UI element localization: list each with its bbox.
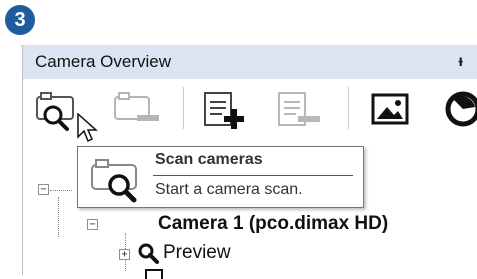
- preview-node-label[interactable]: Preview: [163, 242, 231, 264]
- preview-expander[interactable]: +: [119, 249, 130, 260]
- next-node-icon: [145, 269, 163, 279]
- root-expander[interactable]: −: [38, 184, 49, 195]
- image-button[interactable]: [365, 85, 419, 133]
- panel-header: Camera Overview ᵻ: [23, 45, 477, 79]
- document-plus-icon: [204, 92, 244, 129]
- camera-minus-icon: [114, 92, 159, 121]
- add-item-button[interactable]: [197, 85, 251, 133]
- document-minus-icon: [278, 92, 320, 126]
- pin-icon[interactable]: ᵻ: [459, 53, 463, 71]
- magnifier-icon: [137, 242, 161, 271]
- scan-cameras-tooltip: Scan cameras Start a camera scan.: [77, 146, 364, 208]
- camera-node-label[interactable]: Camera 1 (pco.dimax HD): [158, 213, 388, 235]
- lens-icon: [445, 91, 477, 127]
- camera-expander[interactable]: −: [87, 219, 98, 230]
- image-icon: [371, 93, 409, 125]
- tooltip-description: Start a camera scan.: [155, 181, 303, 198]
- remove-item-button[interactable]: [271, 85, 325, 133]
- toolbar-separator: [183, 87, 184, 129]
- tree-connector: [58, 197, 59, 237]
- tooltip-divider: [153, 175, 353, 176]
- remove-camera-button[interactable]: [109, 85, 163, 133]
- capture-button[interactable]: [433, 85, 477, 133]
- toolbar-separator: [348, 87, 349, 129]
- step-number-badge: 3: [5, 5, 35, 35]
- tooltip-title: Scan cameras: [155, 151, 263, 168]
- camera-search-icon: [86, 155, 150, 208]
- tree-connector: [50, 190, 72, 191]
- panel-title: Camera Overview: [35, 52, 172, 71]
- mouse-cursor-icon: [77, 112, 99, 150]
